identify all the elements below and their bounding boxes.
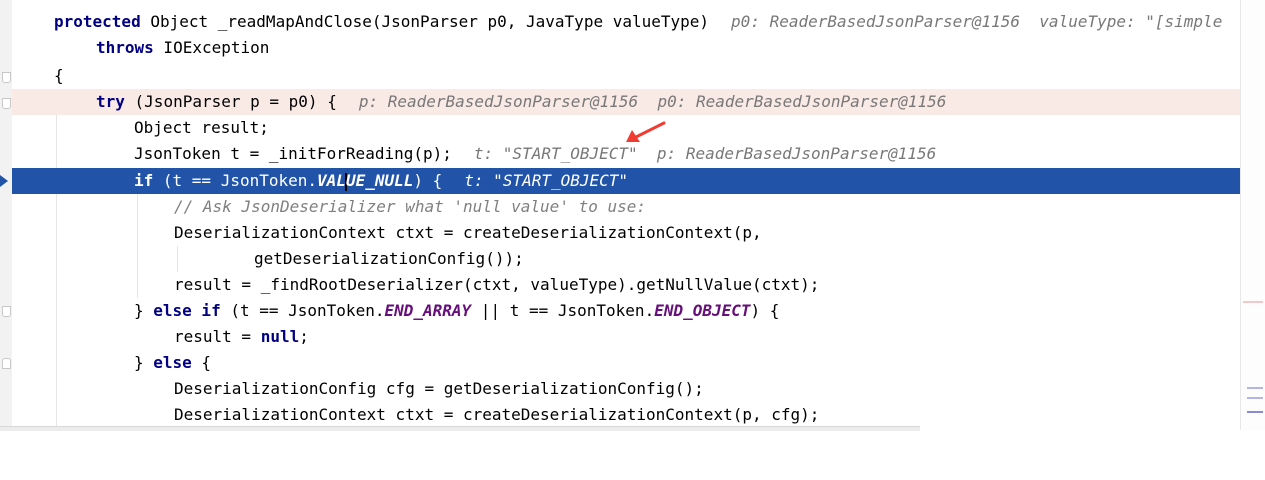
code-line[interactable]: } else if (t == JsonToken.END_ARRAY || t…	[12, 298, 1241, 324]
constant: VAL	[317, 171, 346, 190]
code-line[interactable]: result = null;	[12, 324, 1241, 350]
code-line[interactable]: getDeserializationConfig());	[12, 246, 1241, 272]
code-text: JsonToken t = _initForReading(p);	[134, 144, 452, 163]
keyword: protected	[54, 12, 141, 31]
keyword: null	[260, 327, 300, 346]
constant: END_ARRAY	[384, 301, 472, 320]
code-text: DeserializationContext ctxt = createDese…	[174, 405, 820, 424]
code-text: || t == JsonToken.	[471, 301, 655, 320]
breakpoint-line[interactable]: try (JsonParser p = p0) { p: ReaderBasedJ…	[12, 89, 1241, 115]
inline-debug-value: t: "START_OBJECT"	[464, 171, 629, 190]
error-stripe-marker[interactable]	[1247, 387, 1263, 389]
code-line[interactable]: // Ask JsonDeserializer what 'null value…	[12, 194, 1241, 220]
annotation-arrow-icon	[626, 121, 666, 142]
code-text: (JsonParser p = p0) {	[124, 92, 337, 111]
code-text: DeserializationConfig cfg = getDeseriali…	[174, 379, 704, 398]
code-text: }	[134, 301, 154, 320]
error-stripe-marker[interactable]	[1247, 411, 1263, 413]
code-comment: // Ask JsonDeserializer what 'null value…	[174, 197, 647, 216]
keyword: throws	[96, 38, 154, 57]
inline-debug-value: t: "START_OBJECT" p: ReaderBasedJsonPars…	[473, 144, 937, 163]
code-text: result =	[174, 327, 261, 346]
code-editor[interactable]: protected Object _readMapAndClose(JsonPa…	[0, 0, 1265, 431]
error-stripe-marker[interactable]	[1247, 397, 1263, 399]
code-line[interactable]: DeserializationContext ctxt = createDese…	[12, 402, 1241, 428]
error-stripe-marker[interactable]	[1243, 301, 1263, 303]
code-line[interactable]: DeserializationContext ctxt = createDese…	[12, 220, 1241, 246]
inline-debug-value: p: ReaderBasedJsonParser@1156 p0: Reader…	[358, 92, 947, 111]
code-text: DeserializationContext ctxt = createDese…	[174, 223, 762, 242]
horizontal-scrollbar[interactable]	[0, 426, 920, 431]
code-line[interactable]: DeserializationConfig cfg = getDeseriali…	[12, 376, 1241, 402]
constant: END_OBJECT	[654, 301, 751, 320]
code-line[interactable]: throws IOException	[12, 35, 1241, 61]
code-text: {	[191, 353, 212, 372]
code-line[interactable]: result = _findRootDeserializer(ctxt, val…	[12, 272, 1241, 298]
code-text: (t == JsonToken.	[153, 171, 318, 190]
code-line[interactable]: } else {	[12, 350, 1241, 376]
keyword: else if	[153, 301, 221, 320]
editor-gutter[interactable]	[0, 0, 12, 430]
code-text: Object _readMapAndClose(JsonParser p0, J…	[140, 12, 710, 31]
code-line[interactable]: {	[12, 63, 1241, 89]
code-text: getDeserializationConfig());	[254, 249, 524, 268]
keyword: else	[153, 353, 192, 372]
constant: UE_NULL	[345, 171, 414, 190]
code-text: ;	[299, 327, 309, 346]
inline-debug-value: p0: ReaderBasedJsonParser@1156 valueType…	[731, 12, 1223, 31]
fold-marker-icon[interactable]	[2, 98, 11, 109]
code-text: (t == JsonToken.	[220, 301, 385, 320]
vertical-scrollbar[interactable]	[1241, 0, 1265, 430]
code-text: IOException	[153, 38, 270, 57]
keyword: if	[134, 171, 154, 190]
execution-point-icon	[0, 175, 8, 187]
code-text: }	[134, 353, 154, 372]
keyword: try	[96, 92, 125, 111]
code-text: result = _findRootDeserializer(ctxt, val…	[174, 275, 820, 294]
code-line[interactable]: protected Object _readMapAndClose(JsonPa…	[12, 9, 1241, 35]
code-text: {	[54, 66, 64, 85]
code-text: Object result;	[134, 118, 269, 137]
fold-marker-icon[interactable]	[2, 306, 11, 317]
code-text: ) {	[750, 301, 780, 320]
fold-marker-icon[interactable]	[2, 72, 11, 83]
fold-marker-icon[interactable]	[2, 358, 11, 369]
code-text: ) {	[413, 171, 443, 190]
execution-line[interactable]: if (t == JsonToken.VALUE_NULL) { t: "STAR…	[12, 168, 1241, 194]
